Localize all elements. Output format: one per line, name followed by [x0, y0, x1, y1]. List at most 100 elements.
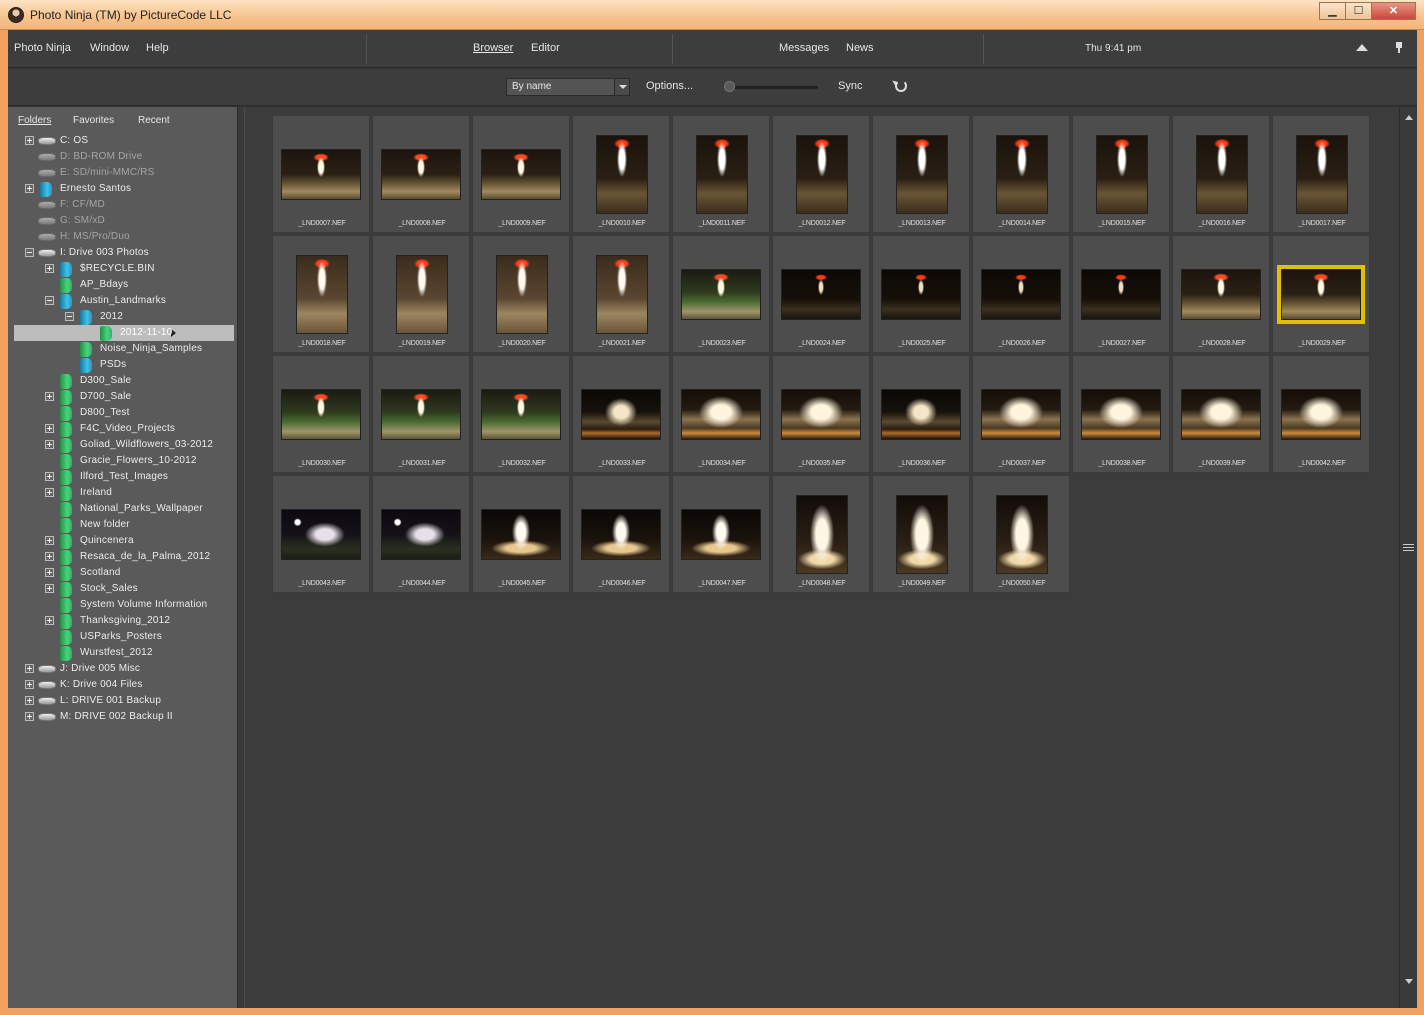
thumbnail-image[interactable]	[796, 135, 848, 214]
collapse-icon[interactable]	[65, 312, 74, 321]
thumbnail-image[interactable]	[1281, 389, 1361, 440]
chevron-down-icon[interactable]	[614, 79, 629, 95]
tree-item[interactable]: Scotland	[8, 565, 241, 581]
expand-icon[interactable]	[45, 472, 54, 481]
photo-thumbnail[interactable]: _LND0023.NEF	[672, 235, 770, 353]
thumbnail-image[interactable]	[596, 135, 648, 214]
photo-thumbnail[interactable]: _LND0048.NEF	[772, 475, 870, 593]
photo-thumbnail[interactable]: _LND0025.NEF	[872, 235, 970, 353]
expand-icon[interactable]	[25, 136, 34, 145]
expand-icon[interactable]	[45, 568, 54, 577]
tree-item[interactable]: H: MS/Pro/Duo	[8, 229, 241, 245]
thumbnail-image[interactable]	[1096, 135, 1148, 214]
photo-thumbnail[interactable]: _LND0037.NEF	[972, 355, 1070, 473]
tab-favorites[interactable]: Favorites	[73, 115, 114, 126]
thumbnail-image[interactable]	[1296, 135, 1348, 214]
thumbnail-image[interactable]	[981, 269, 1061, 320]
expand-icon[interactable]	[45, 440, 54, 449]
photo-thumbnail[interactable]: _LND0015.NEF	[1072, 115, 1170, 233]
refresh-icon[interactable]	[895, 80, 907, 92]
collapse-icon[interactable]	[45, 296, 54, 305]
maximize-button[interactable]: ☐	[1345, 2, 1372, 20]
thumbnail-image[interactable]	[1181, 389, 1261, 440]
thumbnail-image[interactable]	[381, 389, 461, 440]
thumbnail-image[interactable]	[796, 495, 848, 574]
thumbnail-image[interactable]	[681, 389, 761, 440]
photo-thumbnail[interactable]: _LND0027.NEF	[1072, 235, 1170, 353]
slider-handle[interactable]	[724, 81, 735, 92]
tab-browser[interactable]: Browser	[473, 42, 513, 54]
photo-thumbnail[interactable]: _LND0043.NEF	[272, 475, 370, 593]
tree-item[interactable]: F: CF/MD	[8, 197, 241, 213]
tree-item[interactable]: New folder	[8, 517, 241, 533]
tab-recent[interactable]: Recent	[138, 115, 170, 126]
photo-thumbnail[interactable]: _LND0035.NEF	[772, 355, 870, 473]
thumbnail-image[interactable]	[681, 509, 761, 560]
scroll-up-icon[interactable]	[1405, 115, 1413, 120]
photo-thumbnail[interactable]: _LND0009.NEF	[472, 115, 570, 233]
news-button[interactable]: News	[846, 42, 874, 54]
photo-thumbnail[interactable]: _LND0019.NEF	[372, 235, 470, 353]
thumbnail-image[interactable]	[1277, 265, 1365, 324]
thumbnail-image[interactable]	[281, 149, 361, 200]
thumbnail-image[interactable]	[881, 389, 961, 440]
tree-item[interactable]: C: OS	[8, 133, 241, 149]
tree-item[interactable]: 2012-11-10	[14, 325, 234, 341]
thumbnail-image[interactable]	[996, 135, 1048, 214]
panel-splitter[interactable]	[237, 107, 245, 1008]
messages-button[interactable]: Messages	[779, 42, 829, 54]
thumbnail-image[interactable]	[681, 269, 761, 320]
photo-thumbnail[interactable]: _LND0030.NEF	[272, 355, 370, 473]
tree-item[interactable]: D: BD-ROM Drive	[8, 149, 241, 165]
thumbnail-image[interactable]	[581, 389, 661, 440]
thumbnail-size-slider[interactable]	[726, 86, 818, 89]
photo-thumbnail[interactable]: _LND0018.NEF	[272, 235, 370, 353]
tree-item[interactable]: F4C_Video_Projects	[8, 421, 241, 437]
thumbnail-image[interactable]	[281, 389, 361, 440]
photo-thumbnail[interactable]: _LND0017.NEF	[1272, 115, 1370, 233]
photo-thumbnail[interactable]: _LND0046.NEF	[572, 475, 670, 593]
tree-item[interactable]: J: Drive 005 Misc	[8, 661, 241, 677]
photo-thumbnail[interactable]: _LND0031.NEF	[372, 355, 470, 473]
thumbnail-image[interactable]	[481, 149, 561, 200]
tree-item[interactable]: M: DRIVE 002 Backup II	[8, 709, 241, 725]
expand-icon[interactable]	[45, 536, 54, 545]
thumbnail-image[interactable]	[581, 509, 661, 560]
photo-thumbnail[interactable]: _LND0042.NEF	[1272, 355, 1370, 473]
expand-icon[interactable]	[25, 696, 34, 705]
tree-item[interactable]: D300_Sale	[8, 373, 241, 389]
tree-item[interactable]: Wurstfest_2012	[8, 645, 241, 661]
tree-item[interactable]: PSDs	[8, 357, 241, 373]
expand-icon[interactable]	[45, 424, 54, 433]
pin-icon[interactable]	[1396, 42, 1402, 53]
photo-thumbnail[interactable]: _LND0033.NEF	[572, 355, 670, 473]
thumbnail-image[interactable]	[296, 255, 348, 334]
photo-thumbnail[interactable]: _LND0014.NEF	[972, 115, 1070, 233]
expand-icon[interactable]	[25, 712, 34, 721]
tree-item[interactable]: System Volume Information	[8, 597, 241, 613]
sort-dropdown[interactable]: By name	[506, 78, 630, 96]
tree-item[interactable]: $RECYCLE.BIN	[8, 261, 241, 277]
thumbnail-image[interactable]	[1181, 269, 1261, 320]
thumbnail-image[interactable]	[1081, 269, 1161, 320]
thumbnail-image[interactable]	[996, 495, 1048, 574]
thumbnail-image[interactable]	[596, 255, 648, 334]
thumbnail-image[interactable]	[496, 255, 548, 334]
sync-button[interactable]: Sync	[838, 80, 862, 92]
tree-item[interactable]: Stock_Sales	[8, 581, 241, 597]
photo-thumbnail[interactable]: _LND0039.NEF	[1172, 355, 1270, 473]
photo-thumbnail[interactable]: _LND0038.NEF	[1072, 355, 1170, 473]
tree-item[interactable]: K: Drive 004 Files	[8, 677, 241, 693]
expand-icon[interactable]	[45, 392, 54, 401]
photo-thumbnail[interactable]: _LND0012.NEF	[772, 115, 870, 233]
thumbnail-image[interactable]	[981, 389, 1061, 440]
expand-icon[interactable]	[45, 584, 54, 593]
photo-thumbnail[interactable]: _LND0032.NEF	[472, 355, 570, 473]
tree-item[interactable]: Resaca_de_la_Palma_2012	[8, 549, 241, 565]
tree-item[interactable]: Noise_Ninja_Samples	[8, 341, 241, 357]
tree-item[interactable]: L: DRIVE 001 Backup	[8, 693, 241, 709]
thumbnail-image[interactable]	[381, 149, 461, 200]
photo-thumbnail[interactable]: _LND0044.NEF	[372, 475, 470, 593]
tree-item[interactable]: E: SD/mini-MMC/RS	[8, 165, 241, 181]
thumbnail-image[interactable]	[281, 509, 361, 560]
